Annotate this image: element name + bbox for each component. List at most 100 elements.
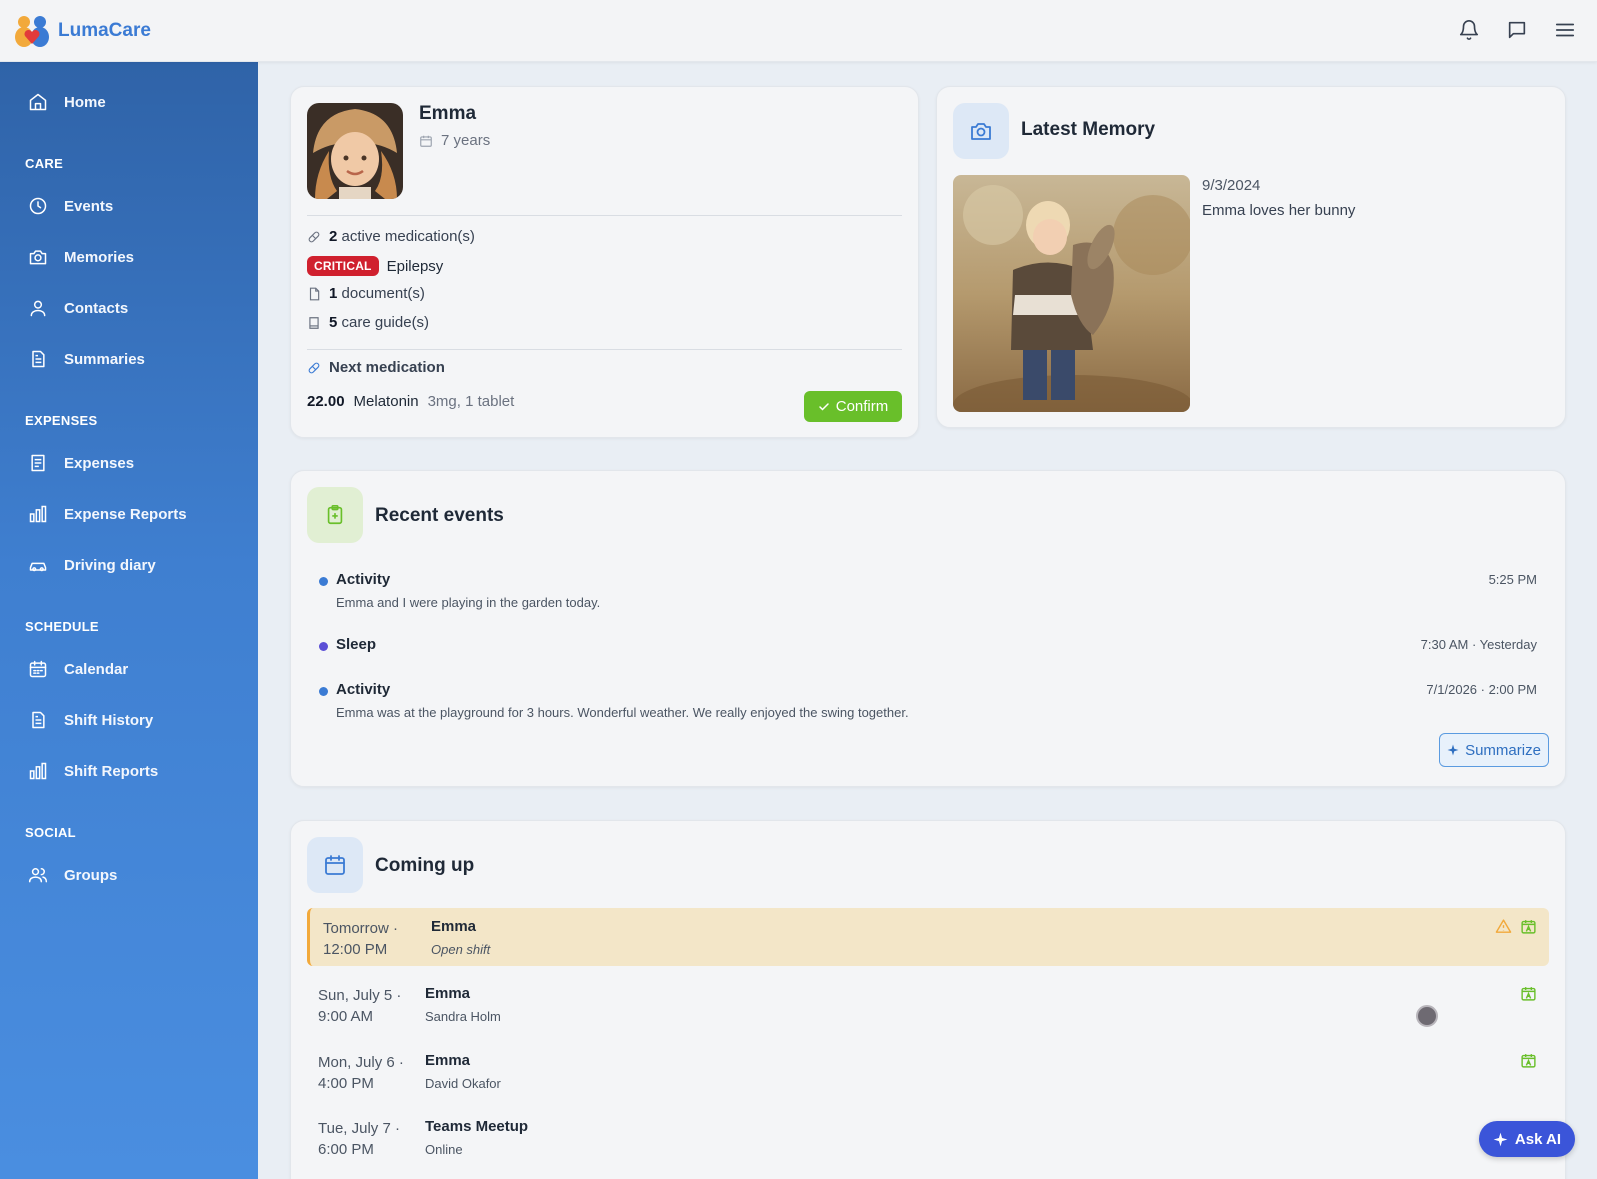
file-icon xyxy=(307,287,321,301)
brand-name: LumaCare xyxy=(58,19,151,41)
next-medication-time: 22.00 xyxy=(307,393,345,410)
medications-row[interactable]: 2 active medication(s) xyxy=(307,228,475,245)
recent-events-card: Recent events Activity Emma and I were p… xyxy=(290,470,1566,787)
upcoming-item[interactable]: Tue, July 7 · 6:00 PM Teams Meetup Onlin… xyxy=(307,1108,1549,1166)
sidebar-item-expense-reports[interactable]: Expense Reports xyxy=(0,492,258,536)
sidebar-item-label: Expenses xyxy=(64,454,135,472)
sidebar-item-label: Shift History xyxy=(64,711,154,729)
ask-ai-label: Ask AI xyxy=(1514,1130,1562,1148)
clock-icon xyxy=(27,195,49,217)
calendar-icon xyxy=(307,837,363,893)
upcoming-when: Tue, July 7 · 6:00 PM xyxy=(318,1118,400,1160)
recent-events-title: Recent events xyxy=(375,505,504,526)
sidebar-item-label: Groups xyxy=(64,866,118,884)
book-icon xyxy=(307,316,321,330)
profile-card: Emma 7 years 2 active medication(s) CRIT… xyxy=(290,86,919,438)
upcoming-item[interactable]: Sun, July 5 · 9:00 AM Emma Sandra Holm xyxy=(307,975,1549,1033)
upcoming-day: Sun, July 5 · xyxy=(318,987,402,1004)
sidebar-item-label: Events xyxy=(64,197,114,215)
divider xyxy=(307,349,902,350)
sidebar-item-shift-reports[interactable]: Shift Reports xyxy=(0,749,258,793)
upcoming-day: Tue, July 7 · xyxy=(318,1120,400,1137)
sidebar-item-summaries[interactable]: Summaries xyxy=(0,337,258,381)
upcoming-item[interactable]: Tomorrow · 12:00 PM Emma Open shift xyxy=(307,908,1549,966)
logo-icon xyxy=(14,14,50,48)
medications-label: active medication(s) xyxy=(341,228,475,245)
event-item[interactable]: Activity Emma and I were playing in the … xyxy=(319,571,1537,611)
condition-name: Epilepsy xyxy=(386,257,444,275)
chat-icon[interactable] xyxy=(1503,16,1531,44)
sparkle-icon xyxy=(1493,1132,1508,1147)
condition-row[interactable]: CRITICAL Epilepsy xyxy=(307,256,443,276)
avatar[interactable] xyxy=(307,103,403,199)
calendar-user-icon[interactable] xyxy=(1520,1052,1537,1069)
upcoming-sub: Online xyxy=(425,1142,463,1157)
event-dot xyxy=(319,687,328,696)
upcoming-who: Emma xyxy=(425,985,471,1002)
sidebar-item-events[interactable]: Events xyxy=(0,184,258,228)
medications-count: 2 xyxy=(329,228,338,245)
camera-icon xyxy=(27,246,49,268)
upcoming-who: Teams Meetup xyxy=(425,1118,529,1135)
sidebar-item-expenses[interactable]: Expenses xyxy=(0,441,258,485)
event-dot xyxy=(319,577,328,586)
warning-icon xyxy=(1495,918,1512,935)
calendar-user-icon[interactable] xyxy=(1520,918,1537,935)
calendar-icon xyxy=(419,134,433,148)
upcoming-item[interactable]: Mon, July 6 · 4:00 PM Emma David Okafor xyxy=(307,1042,1549,1100)
profile-age-text: 7 years xyxy=(441,132,491,149)
sidebar-item-label: Calendar xyxy=(64,660,129,678)
event-description: Emma and I were playing in the garden to… xyxy=(336,595,601,610)
sidebar-item-contacts[interactable]: Contacts xyxy=(0,286,258,330)
memory-date: 9/3/2024 xyxy=(1202,177,1261,194)
receipt-icon xyxy=(27,452,49,474)
sidebar-item-shift-history[interactable]: Shift History xyxy=(0,698,258,742)
sparkle-icon xyxy=(1447,744,1459,756)
car-icon xyxy=(27,554,49,576)
next-medication-name: Melatonin xyxy=(353,393,419,410)
documents-row[interactable]: 1 document(s) xyxy=(307,285,425,302)
next-medication-dose: 3mg, 1 tablet xyxy=(427,393,515,410)
upcoming-sub: David Okafor xyxy=(425,1076,501,1091)
event-type: Activity xyxy=(336,571,391,588)
document-icon xyxy=(27,348,49,370)
event-item[interactable]: Sleep 7:30 AM · Yesterday xyxy=(319,636,1537,658)
documents-label: document(s) xyxy=(341,285,425,302)
sidebar-item-groups[interactable]: Groups xyxy=(0,853,258,897)
sidebar: Home CARE Events Memories Contacts Summa… xyxy=(0,62,258,1179)
guides-row[interactable]: 5 care guide(s) xyxy=(307,314,429,331)
sidebar-item-label: Shift Reports xyxy=(64,762,159,780)
memory-photo[interactable] xyxy=(953,175,1190,412)
upcoming-time: 9:00 AM xyxy=(318,1008,374,1025)
event-dot xyxy=(319,642,328,651)
sidebar-item-label: Driving diary xyxy=(64,556,156,574)
summarize-button[interactable]: Summarize xyxy=(1439,733,1549,767)
user-icon xyxy=(27,297,49,319)
brand[interactable]: LumaCare xyxy=(14,14,151,48)
sidebar-item-label: Expense Reports xyxy=(64,505,187,523)
sidebar-item-label: Memories xyxy=(64,248,135,266)
document-icon xyxy=(27,709,49,731)
memory-title: Latest Memory xyxy=(1021,119,1156,140)
confirm-label: Confirm xyxy=(835,398,889,415)
sidebar-item-driving-diary[interactable]: Driving diary xyxy=(0,543,258,587)
sidebar-item-memories[interactable]: Memories xyxy=(0,235,258,279)
event-type: Activity xyxy=(336,681,391,698)
menu-icon[interactable] xyxy=(1551,16,1579,44)
sidebar-item-home[interactable]: Home xyxy=(0,80,258,124)
event-description: Emma was at the playground for 3 hours. … xyxy=(336,705,909,720)
calendar-user-icon[interactable] xyxy=(1520,985,1537,1002)
memory-caption: Emma loves her bunny xyxy=(1202,202,1356,219)
bell-icon[interactable] xyxy=(1455,16,1483,44)
sidebar-item-label: Contacts xyxy=(64,299,129,317)
sidebar-item-calendar[interactable]: Calendar xyxy=(0,647,258,691)
event-item[interactable]: Activity Emma was at the playground for … xyxy=(319,681,1537,721)
next-medication-label: Next medication xyxy=(329,359,445,376)
upcoming-when: Tomorrow · 12:00 PM xyxy=(323,918,398,960)
ask-ai-button[interactable]: Ask AI xyxy=(1479,1121,1575,1157)
critical-badge: CRITICAL xyxy=(307,256,379,276)
event-time: 5:25 PM xyxy=(1488,572,1537,587)
bar-chart-icon xyxy=(27,503,49,525)
event-time: 7/1/2026 · 2:00 PM xyxy=(1426,682,1537,697)
confirm-button[interactable]: Confirm xyxy=(804,391,902,422)
